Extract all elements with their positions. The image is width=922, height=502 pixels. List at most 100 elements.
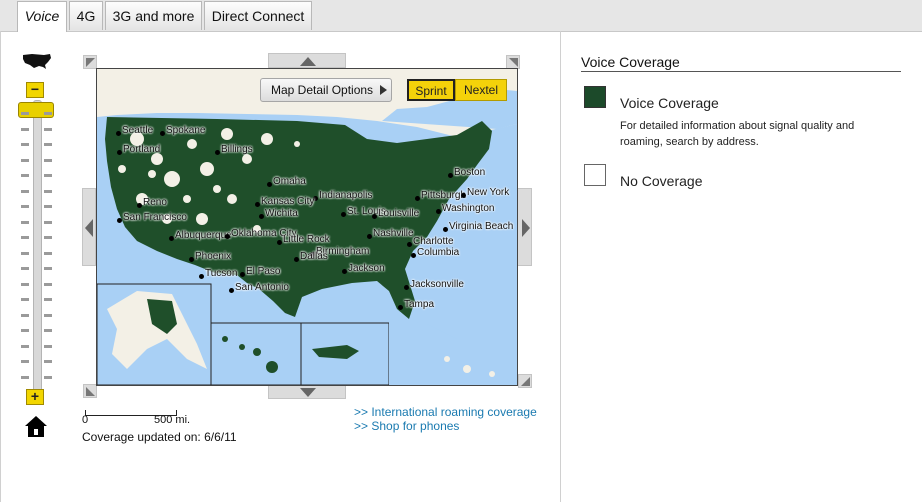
city-label: Dallas [300, 251, 328, 262]
city-label: Spokane [166, 125, 206, 136]
city-label: Tampa [404, 299, 435, 310]
city-marker [461, 193, 466, 198]
us-map-icon[interactable] [22, 52, 52, 70]
legend-title: Voice Coverage [581, 54, 680, 70]
map-detail-options-button[interactable]: Map Detail Options [260, 78, 392, 102]
city-marker [199, 274, 204, 279]
zoom-tick [44, 205, 52, 208]
city-label: New York [467, 187, 510, 198]
zoom-tick [21, 158, 29, 162]
zoom-tick [44, 112, 52, 115]
zoom-out-button[interactable]: − [26, 82, 44, 98]
voice-coverage-description: For detailed information about signal qu… [620, 120, 855, 148]
pan-west-button[interactable] [82, 188, 96, 266]
city-label: Kansas City [261, 196, 315, 207]
city-label: San Francisco [123, 212, 187, 223]
city-label: Little Rock [283, 234, 330, 245]
tab-4g[interactable]: 4G [69, 1, 103, 30]
city-label: Boston [454, 167, 486, 178]
international-roaming-link[interactable]: >> International roaming coverage [354, 405, 537, 419]
triangle-right-icon [380, 85, 387, 95]
city-label: San Antonio [235, 282, 289, 293]
sprint-button[interactable]: Sprint [407, 79, 455, 101]
zoom-tick [44, 267, 52, 270]
city-label: Pittsburgh [421, 190, 467, 201]
zoom-tick [21, 112, 29, 115]
scale-zero-label: 0 [82, 414, 89, 426]
zoom-tick [44, 127, 52, 131]
voice-coverage-swatch [584, 86, 606, 108]
city-marker [240, 272, 245, 277]
zoom-tick [44, 282, 52, 286]
pan-northeast-button[interactable] [506, 55, 520, 69]
zoom-tick [44, 251, 52, 255]
city-marker [411, 253, 416, 258]
pan-northwest-button[interactable] [83, 55, 97, 69]
tab-bar: Voice 4G 3G and more Direct Connect [0, 0, 922, 32]
city-marker [259, 214, 264, 219]
zoom-tick [44, 220, 52, 224]
city-label: Louisville [378, 208, 420, 219]
zoom-tick [21, 251, 29, 255]
city-marker [407, 242, 412, 247]
zoom-tick [21, 220, 29, 224]
city-marker [415, 196, 420, 201]
pan-north-button[interactable] [268, 53, 346, 68]
tab-voice[interactable]: Voice [17, 1, 67, 32]
city-marker [116, 131, 121, 136]
zoom-slider-handle[interactable] [18, 102, 54, 118]
tab-direct-connect[interactable]: Direct Connect [204, 1, 312, 30]
zoom-tick [44, 189, 52, 193]
city-marker [342, 269, 347, 274]
city-marker [169, 236, 174, 241]
city-label: Columbia [417, 247, 460, 258]
city-label: El Paso [246, 266, 281, 277]
city-label: Albuquerque [175, 230, 232, 241]
zoom-tick [21, 267, 29, 270]
pan-east-button[interactable] [517, 188, 532, 266]
nextel-button[interactable]: Nextel [455, 79, 507, 101]
city-marker [294, 257, 299, 262]
pan-southeast-button[interactable] [518, 374, 532, 388]
coverage-updated-text: Coverage updated on: 6/6/11 [82, 430, 237, 444]
city-label: Washington [442, 203, 495, 214]
city-marker [398, 305, 403, 310]
zoom-tick [44, 329, 52, 332]
city-label: Jacksonville [410, 279, 464, 290]
city-marker [341, 212, 346, 217]
tab-3g-and-more[interactable]: 3G and more [105, 1, 202, 30]
city-label: Reno [143, 197, 167, 208]
zoom-tick [21, 344, 29, 348]
home-icon[interactable] [24, 414, 48, 438]
pan-southwest-button[interactable] [83, 384, 97, 398]
city-label: Seattle [122, 125, 154, 136]
zoom-tick [21, 298, 29, 301]
legend-divider [581, 71, 901, 72]
city-marker [443, 227, 448, 232]
zoom-tick [21, 375, 29, 379]
zoom-tick [44, 360, 52, 363]
no-coverage-swatch [584, 164, 606, 186]
zoom-tick [21, 143, 29, 146]
zoom-tick [44, 375, 52, 379]
scale-max-label: 500 mi. [154, 414, 191, 426]
city-marker [367, 234, 372, 239]
city-label: Tucson [205, 268, 238, 279]
zoom-tick [44, 174, 52, 177]
pan-south-button[interactable] [268, 384, 346, 399]
city-label: Omaha [273, 176, 306, 187]
zoom-tick [21, 282, 29, 286]
city-label: Jackson [348, 263, 385, 274]
zoom-tick [21, 189, 29, 193]
zoom-tick [44, 298, 52, 301]
zoom-in-button[interactable]: + [26, 389, 44, 405]
shop-for-phones-link[interactable]: >> Shop for phones [354, 419, 459, 433]
city-label: Portland [123, 144, 161, 155]
zoom-tick [21, 313, 29, 317]
city-marker [225, 234, 230, 239]
zoom-tick [44, 158, 52, 162]
city-label: Indianapolis [319, 190, 373, 201]
zoom-tick [44, 236, 52, 239]
city-label: Billings [221, 144, 253, 155]
zoom-track[interactable] [33, 100, 42, 392]
